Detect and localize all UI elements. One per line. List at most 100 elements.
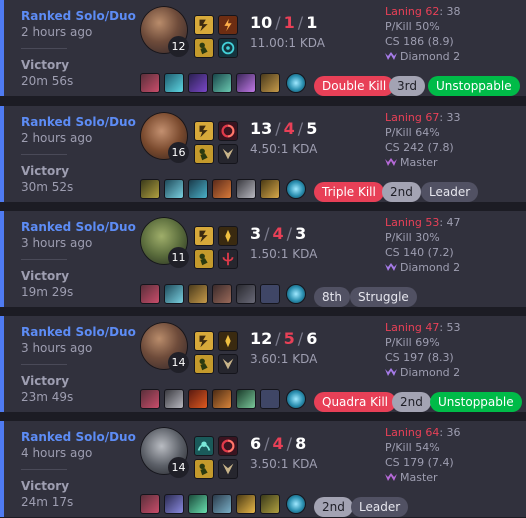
kills: 3 xyxy=(250,224,262,243)
creep-score: CS 197 (8.3) xyxy=(385,351,454,364)
item-icon[interactable] xyxy=(140,73,160,93)
rune-conqueror-icon[interactable] xyxy=(218,436,238,456)
creep-score: CS 179 (7.4) xyxy=(385,456,454,469)
multikill-badge: Triple Kill xyxy=(314,182,384,202)
kills: 10 xyxy=(250,13,273,32)
ward-trinket-icon[interactable] xyxy=(286,494,306,514)
performance-badge: Struggle xyxy=(350,287,417,307)
item-icon[interactable] xyxy=(140,179,160,199)
ward-trinket-icon[interactable] xyxy=(286,284,306,304)
assists: 1 xyxy=(306,13,318,32)
summoner-spell-ignite-icon[interactable] xyxy=(194,459,214,479)
item-icon[interactable] xyxy=(164,73,184,93)
summoner-spell-ignite-icon[interactable] xyxy=(194,249,214,269)
kda-score: 12/5/6 xyxy=(250,329,318,348)
average-tier: Diamond 2 xyxy=(400,261,461,274)
assists: 3 xyxy=(295,224,307,243)
laning-opponent: : 36 xyxy=(439,426,461,439)
deaths: 4 xyxy=(272,434,284,453)
item-icon[interactable] xyxy=(212,179,232,199)
rune-keystone-icon[interactable] xyxy=(218,331,238,351)
match-card[interactable]: Ranked Solo/Duo 3 hours ago Victory 23m … xyxy=(0,316,526,412)
deaths: 1 xyxy=(283,13,295,32)
kill-participation: P/Kill 69% xyxy=(385,336,440,349)
match-duration: 20m 56s xyxy=(21,74,74,88)
kda-ratio: 3.50:1 KDA xyxy=(250,457,318,471)
item-icon[interactable] xyxy=(140,284,160,304)
laning-score: Laning 53 xyxy=(385,216,440,229)
rank-emblem-icon xyxy=(385,368,397,376)
item-icon[interactable] xyxy=(188,494,208,514)
summoner-spell-ignite-icon[interactable] xyxy=(194,354,214,374)
champion-level: 14 xyxy=(168,457,189,478)
rune-secondary-icon[interactable] xyxy=(218,459,238,479)
item-icon[interactable] xyxy=(236,389,256,409)
assists: 8 xyxy=(295,434,307,453)
kda-score: 13/4/5 xyxy=(250,119,318,138)
rune-secondary-icon[interactable] xyxy=(218,38,238,58)
kill-participation: P/Kill 30% xyxy=(385,231,440,244)
item-icon[interactable] xyxy=(188,284,208,304)
ward-trinket-icon[interactable] xyxy=(286,389,306,409)
performance-badge: Unstoppable xyxy=(430,392,522,412)
item-icon[interactable] xyxy=(164,494,184,514)
item-icon[interactable] xyxy=(212,494,232,514)
match-result: Victory xyxy=(21,58,70,72)
item-icon[interactable] xyxy=(140,389,160,409)
average-tier: Master xyxy=(400,471,438,484)
match-result: Victory xyxy=(21,374,70,388)
item-icon[interactable] xyxy=(188,179,208,199)
summoner-spell-flash-icon[interactable] xyxy=(194,15,214,35)
match-card[interactable]: Ranked Solo/Duo 3 hours ago Victory 19m … xyxy=(0,211,526,307)
item-icon[interactable] xyxy=(236,494,256,514)
match-duration: 23m 49s xyxy=(21,390,74,404)
summoner-spell-flash-icon[interactable] xyxy=(194,121,214,141)
summoner-spell-flash-icon[interactable] xyxy=(194,331,214,351)
item-icon[interactable] xyxy=(236,73,256,93)
item-icon[interactable] xyxy=(212,389,232,409)
match-stats: Laning 62: 38 P/Kill 50% CS 186 (8.9) Di… xyxy=(385,4,461,64)
laning-score: Laning 47 xyxy=(385,321,440,334)
item-icon[interactable] xyxy=(188,389,208,409)
laning-opponent: : 33 xyxy=(439,111,461,124)
item-icon[interactable] xyxy=(212,284,232,304)
item-icon[interactable] xyxy=(212,73,232,93)
ward-trinket-icon[interactable] xyxy=(286,179,306,199)
ward-trinket-icon[interactable] xyxy=(286,73,306,93)
summoner-spell-ignite-icon[interactable] xyxy=(194,144,214,164)
kills: 12 xyxy=(250,329,273,348)
rune-conqueror-icon[interactable] xyxy=(218,121,238,141)
item-icon[interactable] xyxy=(164,284,184,304)
assists: 5 xyxy=(306,119,318,138)
kda-ratio: 11.00:1 KDA xyxy=(250,36,325,50)
rune-electrocute-icon[interactable] xyxy=(218,15,238,35)
summoner-spell-flash-icon[interactable] xyxy=(194,226,214,246)
laning-opponent: : 53 xyxy=(439,321,461,334)
rune-keystone-icon[interactable] xyxy=(218,226,238,246)
rank-emblem-icon xyxy=(385,263,397,271)
item-icon[interactable] xyxy=(260,179,280,199)
rune-secondary-icon[interactable] xyxy=(218,354,238,374)
champion-level: 11 xyxy=(168,247,189,268)
time-ago: 3 hours ago xyxy=(21,341,93,355)
summoner-spell-ignite-icon[interactable] xyxy=(194,38,214,58)
item-icon[interactable] xyxy=(164,389,184,409)
performance-badge: Leader xyxy=(421,182,479,202)
match-result: Victory xyxy=(21,164,70,178)
divider xyxy=(21,48,67,49)
rune-secondary-icon[interactable] xyxy=(218,144,238,164)
item-icon[interactable] xyxy=(260,494,280,514)
item-icon[interactable] xyxy=(260,73,280,93)
item-icon[interactable] xyxy=(236,179,256,199)
summoner-spell-teleport-icon[interactable] xyxy=(194,436,214,456)
item-icon[interactable] xyxy=(188,73,208,93)
laning-opponent: : 47 xyxy=(439,216,461,229)
item-icon[interactable] xyxy=(140,494,160,514)
match-card[interactable]: Ranked Solo/Duo 2 hours ago Victory 30m … xyxy=(0,106,526,202)
match-card[interactable]: Ranked Solo/Duo 4 hours ago Victory 24m … xyxy=(0,421,526,517)
rune-secondary-icon[interactable] xyxy=(218,249,238,269)
kda-ratio: 3.60:1 KDA xyxy=(250,352,318,366)
match-card[interactable]: Ranked Solo/Duo 2 hours ago Victory 20m … xyxy=(0,0,526,96)
item-icon[interactable] xyxy=(164,179,184,199)
item-icon[interactable] xyxy=(236,284,256,304)
